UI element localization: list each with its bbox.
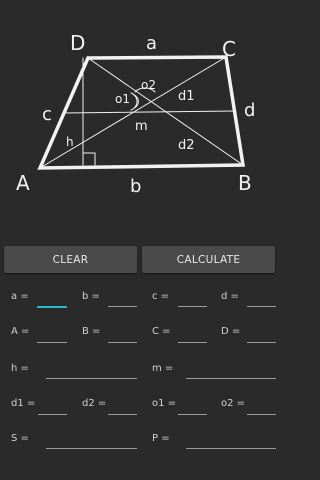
vertex-label-c: C [222,37,236,61]
trapezoid-diagram: D C A B a b c d h m d1 d2 o1 o2 [16,31,255,197]
vertex-label-d: D [70,31,85,55]
vertex-label-b: B [238,171,252,195]
label-angle-b: B = [82,326,101,337]
label-angle-d: D = [221,326,241,337]
inner-label-m: m [135,119,148,134]
label-m: m = [152,363,174,374]
label-angle-c: C = [152,326,171,337]
input-d1[interactable] [38,400,67,415]
input-h[interactable] [46,364,137,379]
input-o2[interactable] [247,400,276,415]
input-angle-d[interactable] [247,328,276,343]
clear-button[interactable]: CLEAR [4,246,137,273]
input-angle-c[interactable] [178,328,207,343]
label-perimeter-p: P = [152,433,170,444]
input-perimeter-p[interactable] [186,434,276,449]
midline-m [63,110,236,114]
label-o2: o2 = [221,398,246,409]
input-d[interactable] [247,292,276,307]
inner-label-o2: o2 [141,78,156,92]
label-d: d = [221,291,239,302]
label-angle-a: A = [11,326,30,337]
inner-label-d2: d2 [178,138,195,153]
input-angle-a[interactable] [37,328,67,343]
label-d2: d2 = [82,398,107,409]
label-a: a = [11,291,29,302]
side-label-a: a [146,33,157,54]
right-angle-mark [82,152,96,166]
label-o1: o1 = [152,398,177,409]
side-label-b: b [130,176,141,197]
side-label-c: c [42,104,52,125]
input-m[interactable] [186,364,276,379]
inner-label-h: h [66,135,74,149]
label-b: b = [82,291,100,302]
input-area-s[interactable] [46,434,137,449]
inner-label-d1: d1 [178,89,195,104]
calculate-button[interactable]: CALCULATE [142,246,275,273]
label-c: c = [152,291,170,302]
label-area-s: S = [11,433,29,444]
input-d2[interactable] [108,400,137,415]
input-a[interactable] [37,292,67,308]
side-label-d: d [244,100,255,121]
vertex-label-a: A [16,171,30,195]
input-angle-b[interactable] [108,328,137,343]
label-h: h = [11,363,29,374]
input-b[interactable] [108,292,137,307]
label-d1: d1 = [11,398,36,409]
input-c[interactable] [178,292,207,307]
input-o1[interactable] [178,400,207,415]
angle-arc-o1 [130,92,138,111]
inner-label-o1: o1 [115,92,130,106]
angle-arc-o1-inner [133,94,139,109]
